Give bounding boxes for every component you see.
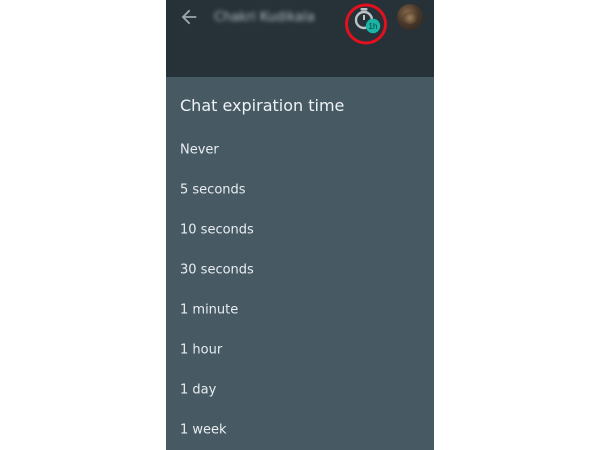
timer-badge: 1h bbox=[365, 18, 381, 34]
option-label: 1 hour bbox=[180, 342, 223, 358]
option-10-seconds[interactable]: 10 seconds bbox=[166, 210, 434, 250]
option-label: 5 seconds bbox=[180, 182, 246, 198]
app-bar: Chakri Kudikala 1h bbox=[166, 0, 434, 77]
option-1-week[interactable]: 1 week bbox=[166, 410, 434, 450]
option-30-seconds[interactable]: 30 seconds bbox=[166, 250, 434, 290]
option-label: 10 seconds bbox=[180, 222, 254, 238]
phone-screen: Chakri Kudikala 1h Chat expiration time … bbox=[166, 0, 434, 450]
option-1-minute[interactable]: 1 minute bbox=[166, 290, 434, 330]
avatar[interactable] bbox=[397, 4, 423, 30]
option-label: 1 week bbox=[180, 422, 227, 438]
timer-badge-text: 1h bbox=[369, 22, 378, 31]
option-1-day[interactable]: 1 day bbox=[166, 370, 434, 410]
option-label: Never bbox=[180, 142, 219, 158]
option-1-hour[interactable]: 1 hour bbox=[166, 330, 434, 370]
timer-button[interactable]: 1h bbox=[344, 2, 388, 46]
arrow-back-icon[interactable] bbox=[178, 6, 200, 28]
option-label: 30 seconds bbox=[180, 262, 254, 278]
contact-name[interactable]: Chakri Kudikala bbox=[214, 10, 334, 25]
dialog-title: Chat expiration time bbox=[180, 96, 345, 115]
option-label: 1 day bbox=[180, 382, 217, 398]
option-5-seconds[interactable]: 5 seconds bbox=[166, 170, 434, 210]
option-never[interactable]: Never bbox=[166, 130, 434, 170]
option-label: 1 minute bbox=[180, 302, 239, 318]
